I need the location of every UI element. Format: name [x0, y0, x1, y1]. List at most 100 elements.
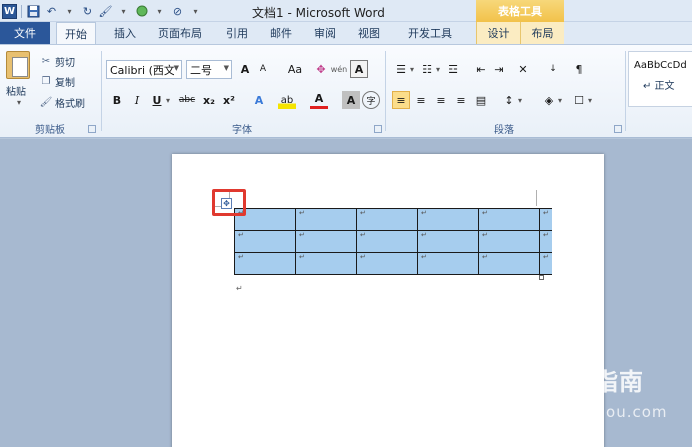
increase-indent-icon[interactable]: ⇥: [490, 60, 508, 78]
change-case-button[interactable]: Aa: [283, 60, 307, 78]
tab-review[interactable]: 审阅: [306, 22, 344, 44]
shrink-font-button[interactable]: A: [254, 60, 272, 78]
tab-page-layout[interactable]: 页面布局: [150, 22, 210, 44]
table-cell[interactable]: ↵: [356, 208, 418, 231]
undo-dropdown-icon[interactable]: ▾: [62, 4, 77, 19]
table-cell[interactable]: ↵: [538, 252, 552, 275]
font-color-button[interactable]: A: [310, 91, 328, 109]
table-tools-context-title: 表格工具: [476, 0, 564, 22]
multilevel-list-icon[interactable]: ☲: [444, 60, 462, 78]
title-bar: W ↶ ▾ ↻ 🖌 ▾ ▾ ⊘ ▾ 文档1 - Microsoft Word 表…: [0, 0, 692, 22]
no-style-icon[interactable]: ⊘: [170, 4, 185, 19]
font-launcher-icon[interactable]: [374, 125, 382, 133]
table-cell[interactable]: ↵: [478, 208, 540, 231]
align-right-icon[interactable]: ≡: [432, 91, 450, 109]
numbering-dropdown-icon[interactable]: ▾: [434, 60, 442, 78]
table-cell[interactable]: ↵: [417, 252, 479, 275]
color-icon[interactable]: [134, 4, 149, 19]
redo-icon[interactable]: ↻: [80, 4, 95, 19]
grow-font-button[interactable]: A: [236, 60, 254, 78]
align-left-icon[interactable]: ≡: [392, 91, 410, 109]
table-cell[interactable]: ↵: [356, 230, 418, 253]
table-cell[interactable]: ↵: [295, 230, 357, 253]
qat-dropdown-icon-2[interactable]: ▾: [152, 4, 167, 19]
format-painter-button[interactable]: 🖌 格式刷: [40, 94, 85, 111]
line-spacing-dropdown-icon[interactable]: ▾: [516, 91, 524, 109]
window-title: 文档1 - Microsoft Word: [252, 6, 385, 20]
underline-dropdown-icon[interactable]: ▾: [164, 91, 172, 109]
font-size-combo[interactable]: 二号 ▼: [186, 60, 232, 79]
highlight-button[interactable]: ab: [278, 91, 296, 109]
group-separator-3: [625, 51, 626, 131]
save-icon[interactable]: [26, 4, 41, 19]
align-center-icon[interactable]: ≡: [412, 91, 430, 109]
table-resize-handle[interactable]: [539, 275, 544, 280]
paste-button[interactable]: 粘贴 ▾: [6, 51, 32, 111]
strikethrough-button[interactable]: abc: [176, 91, 198, 109]
bold-button[interactable]: B: [108, 91, 126, 109]
table-cell[interactable]: ↵: [478, 252, 540, 275]
table-cell[interactable]: ↵: [538, 230, 552, 253]
copy-button[interactable]: ❐ 复制: [40, 73, 75, 90]
cut-button[interactable]: ✂ 剪切: [40, 53, 75, 70]
superscript-button[interactable]: x²: [220, 91, 238, 109]
subscript-button[interactable]: x₂: [200, 91, 218, 109]
table-cell[interactable]: ↵: [356, 252, 418, 275]
ribbon-tab-row: 文件 开始 插入 页面布局 引用 邮件 审阅 视图 开发工具 设计 布局: [0, 22, 692, 45]
table-cell[interactable]: ↵: [295, 252, 357, 275]
style-normal-label[interactable]: ↵ 正文: [629, 71, 692, 92]
table-cell[interactable]: ↵: [295, 208, 357, 231]
format-painter-label: 格式刷: [55, 99, 85, 110]
paste-dropdown-icon[interactable]: ▾: [6, 98, 32, 107]
tab-view[interactable]: 视图: [350, 22, 388, 44]
undo-icon[interactable]: ↶: [44, 4, 59, 19]
table-cell[interactable]: ↵: [478, 230, 540, 253]
word-app-icon[interactable]: W: [2, 3, 17, 19]
decrease-indent-icon[interactable]: ⇤: [472, 60, 490, 78]
clipboard-launcher-icon[interactable]: [88, 125, 96, 133]
paste-icon: [6, 51, 30, 79]
tab-table-layout[interactable]: 布局: [520, 22, 564, 44]
justify-icon[interactable]: ≡: [452, 91, 470, 109]
paragraph-launcher-icon[interactable]: [614, 125, 622, 133]
char-border-button[interactable]: A: [350, 60, 368, 78]
tab-references[interactable]: 引用: [218, 22, 256, 44]
table-cell[interactable]: ↵: [417, 208, 479, 231]
sogou-logo-icon: S: [513, 369, 541, 397]
borders-dropdown-icon[interactable]: ▾: [586, 91, 594, 109]
show-marks-icon[interactable]: ¶: [570, 60, 588, 78]
enclose-chars-button[interactable]: 字: [362, 91, 380, 109]
phonetic-guide-button[interactable]: wén: [330, 60, 348, 78]
shading-dropdown-icon[interactable]: ▾: [556, 91, 564, 109]
styles-gallery[interactable]: AaBbCcDd ↵ 正文: [628, 51, 692, 107]
sort-icon[interactable]: ↓: [544, 60, 562, 78]
tab-mailings[interactable]: 邮件: [262, 22, 300, 44]
italic-button[interactable]: I: [128, 91, 146, 109]
format-painter-qat-icon[interactable]: 🖌: [98, 4, 113, 19]
qat-dropdown-icon[interactable]: ▾: [116, 4, 131, 19]
copy-label: 复制: [55, 78, 75, 89]
table-cell[interactable]: ↵: [538, 208, 552, 231]
font-size-dropdown-icon[interactable]: ▼: [224, 64, 229, 72]
table-cell[interactable]: ↵: [417, 230, 479, 253]
tab-developer[interactable]: 开发工具: [400, 22, 460, 44]
font-group-label: 字体: [232, 124, 252, 136]
chinese-layout-icon[interactable]: ✕: [514, 60, 532, 78]
table-cell[interactable]: ↵: [234, 230, 296, 253]
tab-table-design[interactable]: 设计: [476, 22, 520, 44]
distributed-icon[interactable]: ▤: [472, 91, 490, 109]
bullets-dropdown-icon[interactable]: ▾: [408, 60, 416, 78]
margin-mark: [536, 190, 537, 206]
tab-insert[interactable]: 插入: [106, 22, 144, 44]
text-effects-button[interactable]: A: [250, 91, 268, 109]
document-table[interactable]: ↵ ↵ ↵ ↵ ↵ ↵ ↵ ↵ ↵ ↵ ↵ ↵ ↵ ↵ ↵ ↵ ↵ ↵: [234, 208, 552, 275]
qat-more-icon[interactable]: ▾: [188, 4, 203, 19]
tab-file[interactable]: 文件: [0, 22, 50, 44]
table-cell[interactable]: ↵: [234, 252, 296, 275]
clear-format-button[interactable]: ✥: [312, 60, 330, 78]
font-name-dropdown-icon[interactable]: ▼: [174, 64, 179, 72]
tab-home[interactable]: 开始: [56, 22, 96, 45]
ribbon: 粘贴 ▾ ✂ 剪切 ❐ 复制 🖌 格式刷 剪贴板 Calibri (西文正 ▼ …: [0, 44, 692, 138]
char-shading-button[interactable]: A: [342, 91, 360, 109]
font-name-combo[interactable]: Calibri (西文正 ▼: [106, 60, 182, 79]
